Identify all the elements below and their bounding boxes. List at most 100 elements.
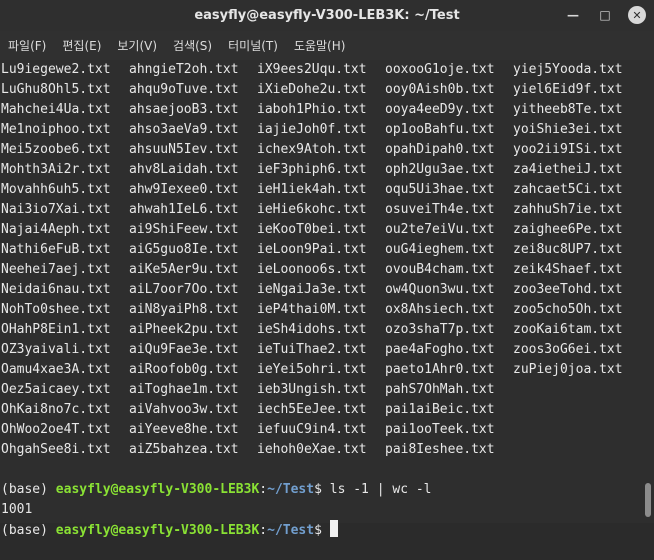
- terminal-output[interactable]: Lu9iegewe2.txt ahngieT2oh.txt iX9ees2Uqu.t…: [0, 60, 640, 538]
- title-bar[interactable]: easyfly@easyfly-V300-LEB3K: ~/Test — □ ✕: [0, 0, 654, 31]
- prompt-user-host: easyfly@easyfly-V300-LEB3K: [55, 523, 260, 538]
- file-name: OhKai8no7c.txt: [1, 402, 111, 417]
- file-name: ichex9Atoh.txt: [257, 142, 367, 157]
- file-name: ieLoonoo6s.txt: [257, 262, 367, 277]
- file-name: aiL7oor7Oo.txt: [129, 282, 239, 297]
- file-name: ou2te7eiVu.txt: [385, 222, 495, 237]
- file-name: iajieJoh0f.txt: [257, 122, 367, 137]
- file-name: Oamu4xae3A.txt: [1, 362, 111, 377]
- menu-file[interactable]: 파일(F): [0, 37, 54, 54]
- file-name: aiYeeve8he.txt: [129, 422, 239, 437]
- file-name: OhgahSee8i.txt: [1, 442, 111, 457]
- prompt-path: ~/Test: [267, 523, 315, 538]
- scrollbar[interactable]: [640, 60, 654, 523]
- menu-edit[interactable]: 편집(E): [54, 37, 109, 54]
- file-name: LuGhu8Ohl5.txt: [1, 82, 111, 97]
- menu-terminal[interactable]: 터미널(T): [220, 37, 286, 54]
- file-name: zoo5cho5Oh.txt: [513, 302, 623, 317]
- file-name: aiVahvoo3w.txt: [129, 402, 239, 417]
- file-name: ieTuiThae2.txt: [257, 342, 367, 357]
- file-name: OZ3yaivali.txt: [1, 342, 111, 357]
- terminal-window: easyfly@easyfly-V300-LEB3K: ~/Test — □ ✕…: [0, 0, 654, 538]
- file-name: iaboh1Phio.txt: [257, 102, 367, 117]
- menu-view[interactable]: 보기(V): [109, 37, 165, 54]
- file-name: ieP4thai0M.txt: [257, 302, 367, 317]
- file-name: aiToghae1m.txt: [129, 382, 239, 397]
- conda-env: (base): [1, 523, 56, 538]
- listing-row: Lu9iegewe2.txt ahngieT2oh.txt iX9ees2Uqu.t…: [0, 60, 640, 80]
- file-name: OhWoo2oe4T.txt: [1, 422, 111, 437]
- active-prompt-line[interactable]: (base) easyfly@easyfly-V300-LEB3K:~/Test…: [0, 500, 640, 538]
- file-name: ow4Quon3wu.txt: [385, 282, 495, 297]
- file-name: aiRoofob0g.txt: [129, 362, 239, 377]
- file-name: ahsuuN5Iev.txt: [129, 142, 239, 157]
- listing-row: Me1noiphoo.txt ahso3aeVa9.txt iajieJoh0f.t…: [0, 120, 640, 140]
- file-name: aiG5guo8Ie.txt: [129, 242, 239, 257]
- file-name: ahwah1IeL6.txt: [129, 202, 239, 217]
- listing-row: LuGhu8Ohl5.txt ahqu9oTuve.txt iXieDohe2u.t…: [0, 80, 640, 100]
- scrollbar-thumb[interactable]: [645, 483, 651, 517]
- file-name: ieb3Ungish.txt: [257, 382, 367, 397]
- file-name: aiN8yaiPh8.txt: [129, 302, 239, 317]
- file-name: ieKooT0bei.txt: [257, 222, 367, 237]
- file-name: pai1ooTeek.txt: [385, 422, 495, 437]
- listing-row: Najai4Aeph.txt ai9ShiFeew.txt ieKooT0bei.t…: [0, 220, 640, 240]
- listing-row: OZ3yaivali.txt aiQu9Fae3e.txt ieTuiThae2.t…: [0, 340, 640, 360]
- file-name: zahcaet5Ci.txt: [513, 182, 623, 197]
- file-name: NohTo0shee.txt: [1, 302, 111, 317]
- prompt-dollar: $: [314, 523, 330, 538]
- file-name: iXieDohe2u.txt: [257, 82, 367, 97]
- file-name: zei8uc8UP7.txt: [513, 242, 623, 257]
- file-name: OHahP8Ein1.txt: [1, 322, 111, 337]
- file-name: oph2Ugu3ae.txt: [385, 162, 495, 177]
- listing-row: Movahh6uh5.txt ahw9Iexee0.txt ieH1iek4ah.t…: [0, 180, 640, 200]
- file-name: Mahchei4Ua.txt: [1, 102, 111, 117]
- file-name: ooya4eeD9y.txt: [385, 102, 495, 117]
- maximize-icon[interactable]: □: [596, 6, 614, 24]
- file-name: Oez5aicaey.txt: [1, 382, 111, 397]
- file-name: ieF3phiph6.txt: [257, 162, 367, 177]
- listing-row: Nathi6eFuB.txt aiG5guo8Ie.txt ieLoon9Pai.t…: [0, 240, 640, 260]
- file-name: ox8Ahsiech.txt: [385, 302, 495, 317]
- file-name: ahw9Iexee0.txt: [129, 182, 239, 197]
- file-name: op1ooBahfu.txt: [385, 122, 495, 137]
- menu-search[interactable]: 검색(S): [165, 37, 220, 54]
- listing-row: Oamu4xae3A.txt aiRoofob0g.txt ieYei5ohri.t…: [0, 360, 640, 380]
- file-name: ieHie6kohc.txt: [257, 202, 367, 217]
- listing-row: Neehei7aej.txt aiKe5Aer9u.txt ieLoonoo6s.t…: [0, 260, 640, 280]
- file-name: Mohth3Ai2r.txt: [1, 162, 111, 177]
- file-name: za4ietheiJ.txt: [513, 162, 623, 177]
- file-name: iech5EeJee.txt: [257, 402, 367, 417]
- file-name: Lu9iegewe2.txt: [1, 62, 111, 77]
- listing-row: Mei5zoobe6.txt ahsuuN5Iev.txt ichex9Atoh.t…: [0, 140, 640, 160]
- file-name: ovouB4cham.txt: [385, 262, 495, 277]
- minimize-icon[interactable]: —: [564, 6, 582, 24]
- file-name: Najai4Aeph.txt: [1, 222, 111, 237]
- file-name: yoiShie3ei.txt: [513, 122, 623, 137]
- file-name: zuPiej0joa.txt: [513, 362, 623, 377]
- file-name: ozo3shaT7p.txt: [385, 322, 495, 337]
- file-name: ahngieT2oh.txt: [129, 62, 239, 77]
- file-name: iehoh0eXae.txt: [257, 442, 367, 457]
- file-name: Movahh6uh5.txt: [1, 182, 111, 197]
- close-icon[interactable]: ✕: [628, 6, 646, 24]
- file-name: Nai3io7Xai.txt: [1, 202, 111, 217]
- file-name: yiel6Eid9f.txt: [513, 82, 623, 97]
- file-name: aiKe5Aer9u.txt: [129, 262, 239, 277]
- file-name: opahDipah0.txt: [385, 142, 495, 157]
- menu-help[interactable]: 도움말(H): [286, 37, 354, 54]
- file-name: ahv8Laidah.txt: [129, 162, 239, 177]
- listing-row: Mohth3Ai2r.txt ahv8Laidah.txt ieF3phiph6.t…: [0, 160, 640, 180]
- file-name: aiQu9Fae3e.txt: [129, 342, 239, 357]
- listing-row: OhKai8no7c.txt aiVahvoo3w.txt iech5EeJee.t…: [0, 400, 640, 420]
- window-title: easyfly@easyfly-V300-LEB3K: ~/Test: [194, 8, 460, 23]
- file-name: Neehei7aej.txt: [1, 262, 111, 277]
- listing-row: Oez5aicaey.txt aiToghae1m.txt ieb3Ungish.t…: [0, 380, 640, 400]
- listing-row: OHahP8Ein1.txt aiPheek2pu.txt ieSh4idohs.t…: [0, 320, 640, 340]
- window-controls: — □ ✕: [564, 6, 646, 24]
- file-name: ieSh4idohs.txt: [257, 322, 367, 337]
- listing-row: Neidai6nau.txt aiL7oor7Oo.txt ieNgaiJa3e.t…: [0, 280, 640, 300]
- file-name: ahsaejooB3.txt: [129, 102, 239, 117]
- listing-row: Mahchei4Ua.txt ahsaejooB3.txt iaboh1Phio.t…: [0, 100, 640, 120]
- file-name: pai8Ieshee.txt: [385, 442, 495, 457]
